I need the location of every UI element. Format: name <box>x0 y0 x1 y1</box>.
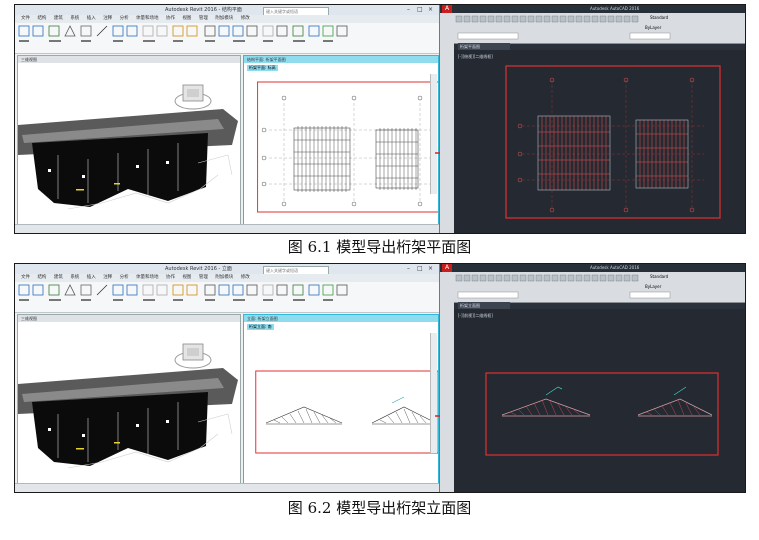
revit-plan-view[interactable]: 结构平面: 桁架平面图 桁架平面: 标高 <box>243 55 439 225</box>
cad-toolbar-icons[interactable] <box>440 272 745 302</box>
ribbon-tab[interactable]: 文件 <box>21 16 30 21</box>
ribbon-tab[interactable]: 分析 <box>120 16 129 21</box>
ribbon-tab[interactable]: 视图 <box>182 275 191 280</box>
ribbon-tab[interactable]: 注释 <box>103 275 112 280</box>
autocad-title-bar: A Autodesk AutoCAD 2016 <box>440 5 745 13</box>
revit-ribbon-panel <box>15 282 439 313</box>
revit-window: Autodesk Revit 2016 - 立面 – □ × 文件 结构 建筑 … <box>15 264 440 492</box>
text-style-select[interactable]: Standard <box>650 15 668 20</box>
ribbon-tab[interactable]: 建筑 <box>54 16 63 21</box>
autocad-app-title: Autodesk AutoCAD 2016 <box>590 265 640 270</box>
ribbon-tab[interactable]: 协作 <box>166 275 175 280</box>
ribbon-tab[interactable]: 协作 <box>166 16 175 21</box>
revit-ribbon-tabs: 文件 结构 建筑 系统 插入 注释 分析 体量和场地 协作 视图 管理 附加模块… <box>15 274 439 282</box>
ribbon-tab[interactable]: 附加模块 <box>215 275 233 280</box>
ribbon-tool-icons[interactable] <box>15 282 439 312</box>
cad-toolbar-icons[interactable] <box>440 13 745 43</box>
view-tab-3d[interactable]: 三维视图 <box>18 315 240 322</box>
revit-app-title: Autodesk Revit 2016 - 结构平面 <box>165 7 242 13</box>
ribbon-tab[interactable]: 插入 <box>87 16 96 21</box>
view-nav-bar[interactable] <box>430 333 437 453</box>
revit-3d-view[interactable]: 三维视图 <box>17 55 241 225</box>
autocad-title-bar: A Autodesk AutoCAD 2016 <box>440 264 745 272</box>
revit-window: Autodesk Revit 2016 - 结构平面 – □ × 文件 结构 建… <box>15 5 440 233</box>
ribbon-tab[interactable]: 体量和场地 <box>136 275 159 280</box>
ribbon-tab[interactable]: 分析 <box>120 275 129 280</box>
revit-elevation-view[interactable]: 立面: 桁架立面图 桁架立面: 南 <box>243 314 439 484</box>
window-close-icon[interactable]: × <box>428 265 433 273</box>
ribbon-tab[interactable]: 附加模块 <box>215 16 233 21</box>
revit-ribbon-tabs: 文件 结构 建筑 系统 插入 注释 分析 体量和场地 协作 视图 管理 附加模块… <box>15 15 439 23</box>
autocad-app-title: Autodesk AutoCAD 2016 <box>590 6 640 11</box>
ribbon-tab[interactable]: 管理 <box>199 275 208 280</box>
autocad-side-toolbar[interactable] <box>440 302 454 492</box>
window-minimize-icon[interactable]: – <box>407 6 410 14</box>
truss-elevation-cad-drawing <box>485 372 719 456</box>
revit-status-bar <box>15 224 439 233</box>
figure-6-2-screenshot: Autodesk Revit 2016 - 立面 – □ × 文件 结构 建筑 … <box>14 263 746 493</box>
ribbon-tab[interactable]: 注释 <box>103 16 112 21</box>
ribbon-tab[interactable]: 建筑 <box>54 275 63 280</box>
figure-6-1-screenshot: Autodesk Revit 2016 - 结构平面 – □ × 文件 结构 建… <box>14 4 746 234</box>
view-cube-icon <box>174 343 212 369</box>
autocad-drawing-area[interactable]: [-][前视][二维线框] <box>454 309 745 492</box>
ribbon-tab[interactable]: 系统 <box>70 16 79 21</box>
window-maximize-icon[interactable]: □ <box>417 6 423 14</box>
autocad-file-tab[interactable]: 桁架立面图 <box>458 302 510 309</box>
building-3d-model <box>18 343 238 469</box>
ribbon-tab[interactable]: 修改 <box>241 16 250 21</box>
window-minimize-icon[interactable]: – <box>407 265 410 273</box>
window-maximize-icon[interactable]: □ <box>417 265 423 273</box>
ribbon-tab[interactable]: 体量和场地 <box>136 16 159 21</box>
ribbon-tab[interactable]: 文件 <box>21 275 30 280</box>
revit-status-bar <box>15 483 439 492</box>
autocad-logo-icon[interactable]: A <box>442 264 452 272</box>
ribbon-tab[interactable]: 修改 <box>241 275 250 280</box>
autocad-window: A Autodesk AutoCAD 2016 Standard ByLayer… <box>440 264 745 492</box>
revit-3d-view[interactable]: 三维视图 <box>17 314 241 484</box>
ribbon-tab[interactable]: 管理 <box>199 16 208 21</box>
autocad-file-tab[interactable]: 桁架平面图 <box>458 43 510 50</box>
cad-view-label[interactable]: [-][俯视][二维线框] <box>458 54 493 60</box>
layer-select[interactable]: ByLayer <box>645 284 661 289</box>
ribbon-tab[interactable]: 结构 <box>37 275 46 280</box>
autocad-logo-icon[interactable]: A <box>442 5 452 13</box>
view-tab-elevation[interactable]: 立面: 桁架立面图 <box>244 315 438 322</box>
revit-ribbon-panel <box>15 23 439 54</box>
ribbon-tab[interactable]: 系统 <box>70 275 79 280</box>
view-nav-bar[interactable] <box>430 74 437 194</box>
autocad-toolbars: Standard ByLayer <box>440 272 745 303</box>
building-3d-model <box>18 84 238 210</box>
figure-6-2-caption: 图 6.2 模型导出桁架立面图 <box>287 499 472 517</box>
revit-app-title: Autodesk Revit 2016 - 立面 <box>165 266 232 272</box>
autocad-side-toolbar[interactable] <box>440 43 454 233</box>
ribbon-tool-icons[interactable] <box>15 23 439 53</box>
truss-elevation-drawing <box>255 370 438 454</box>
view-tab-3d[interactable]: 三维视图 <box>18 56 240 63</box>
window-close-icon[interactable]: × <box>428 6 433 14</box>
layer-select[interactable]: ByLayer <box>645 25 661 30</box>
ribbon-tab[interactable]: 插入 <box>87 275 96 280</box>
autocad-drawing-area[interactable]: [-][俯视][二维线框] <box>454 50 745 233</box>
view-tab-plan[interactable]: 结构平面: 桁架平面图 <box>244 56 438 63</box>
view-cube-icon <box>174 84 212 110</box>
truss-plan-drawing <box>257 81 438 213</box>
autocad-toolbars: Standard ByLayer <box>440 13 745 44</box>
text-style-select[interactable]: Standard <box>650 274 668 279</box>
ribbon-tab[interactable]: 结构 <box>37 16 46 21</box>
cad-view-label[interactable]: [-][前视][二维线框] <box>458 313 493 319</box>
ribbon-tab[interactable]: 视图 <box>182 16 191 21</box>
autocad-window: A Autodesk AutoCAD 2016 Standard ByLayer… <box>440 5 745 233</box>
truss-plan-cad-drawing <box>505 65 721 219</box>
figure-6-1-caption: 图 6.1 模型导出桁架平面图 <box>287 238 472 256</box>
